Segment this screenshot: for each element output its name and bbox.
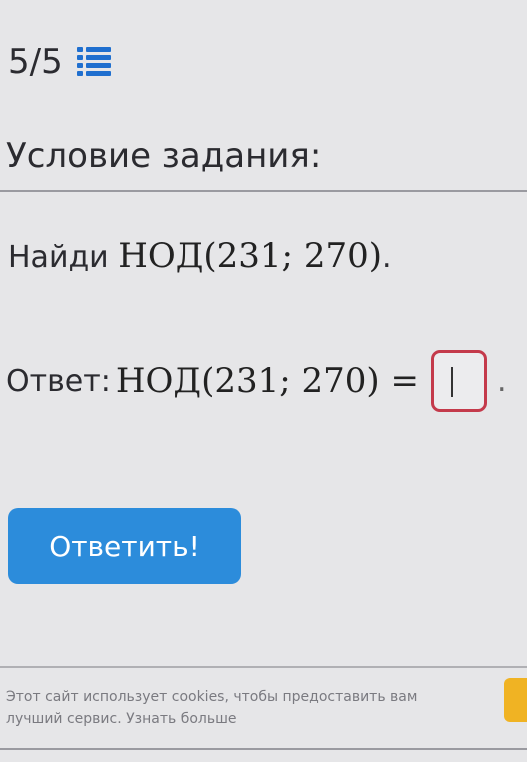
answer-label: Ответ: — [6, 363, 111, 399]
task-prompt-label: Найди — [8, 240, 109, 275]
cookie-notice: Этот сайт использует cookies, чтобы пред… — [6, 686, 476, 730]
section-divider — [0, 190, 527, 192]
bottom-divider — [0, 748, 527, 750]
cookie-learn-more-link[interactable]: Узнать больше — [126, 711, 236, 727]
task-statement: Найди НОД(231; 270). — [8, 236, 392, 276]
answer-row: Ответ: НОД(231; 270) = . — [6, 346, 507, 416]
task-expression: НОД(231; 270) — [118, 236, 382, 276]
cookie-divider — [0, 666, 527, 668]
answer-input[interactable] — [430, 350, 487, 412]
text-caret — [450, 367, 453, 397]
exercise-page: 5/5 Условие задания: Найди НОД(231; 270)… — [0, 0, 527, 762]
list-icon[interactable] — [76, 46, 111, 78]
task-prompt-end: . — [381, 240, 392, 275]
cookie-accept-button[interactable] — [504, 678, 527, 722]
progress-indicator: 5/5 — [8, 40, 111, 84]
submit-answer-button[interactable]: Ответить! — [8, 508, 241, 584]
answer-expression: НОД(231; 270) = — [115, 361, 419, 401]
answer-suffix: . — [496, 363, 507, 399]
progress-count: 5/5 — [8, 42, 63, 82]
section-title: Условие задания: — [6, 136, 322, 176]
